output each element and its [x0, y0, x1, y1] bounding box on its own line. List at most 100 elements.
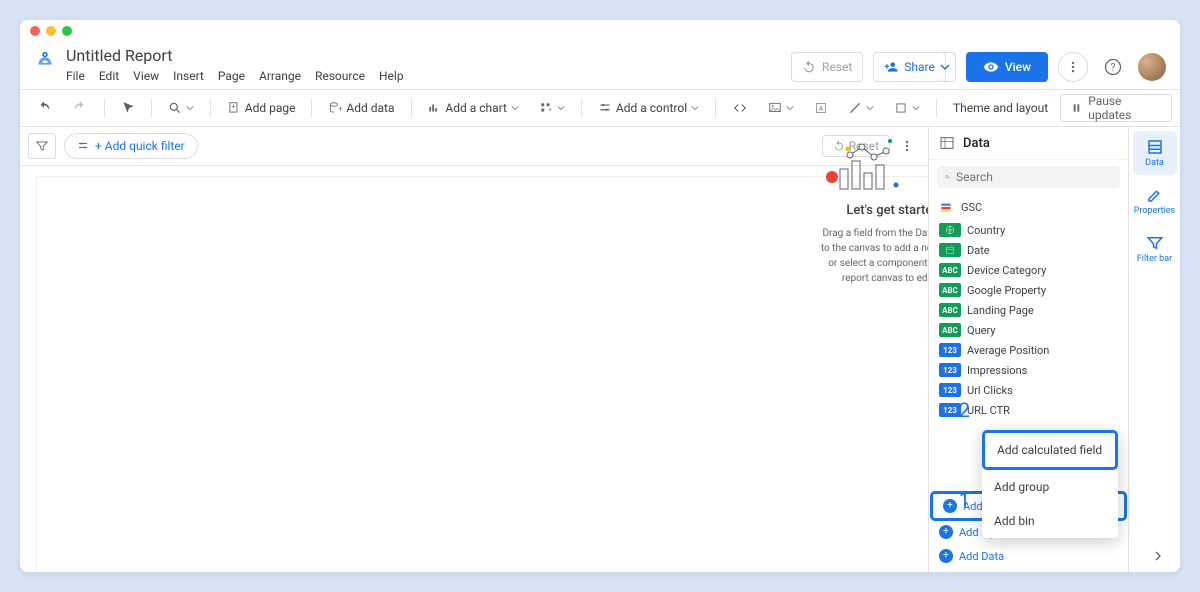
eye-icon	[983, 59, 999, 75]
number-type-icon: 123	[939, 363, 961, 377]
tab-data[interactable]: Data	[1133, 131, 1177, 175]
looker-studio-logo-icon	[34, 50, 56, 72]
pause-updates-button[interactable]: Pause updates	[1060, 94, 1172, 122]
data-search-input[interactable]	[956, 170, 1112, 184]
menu-bar: File Edit View Insert Page Arrange Resou…	[66, 65, 404, 89]
tab-filter-bar[interactable]: Filter bar	[1133, 227, 1177, 271]
view-button[interactable]: View	[966, 52, 1048, 82]
svg-text:+: +	[548, 108, 552, 114]
shape-button[interactable]	[886, 94, 928, 122]
document-title[interactable]: Untitled Report	[66, 46, 404, 65]
data-search-box[interactable]	[937, 166, 1120, 188]
image-button[interactable]	[760, 94, 802, 122]
share-button[interactable]: Share	[873, 52, 946, 82]
plus-circle-icon: +	[939, 525, 953, 539]
redo-icon	[72, 100, 88, 116]
text-type-icon: ABC	[939, 283, 961, 297]
svg-text:+: +	[231, 103, 235, 111]
user-avatar[interactable]	[1138, 53, 1166, 81]
maximize-window-icon[interactable]	[62, 26, 72, 36]
app-header: Untitled Report File Edit View Insert Pa…	[20, 42, 1180, 90]
minimize-window-icon[interactable]	[46, 26, 56, 36]
field-device[interactable]: ABCDevice Category	[929, 260, 1128, 280]
field-country[interactable]: Country	[929, 220, 1128, 240]
chevron-down-icon	[557, 104, 565, 112]
undo-icon	[36, 100, 52, 116]
filter-bar: + Add quick filter Reset	[20, 127, 928, 166]
field-landing[interactable]: ABCLanding Page	[929, 300, 1128, 320]
field-avgpos[interactable]: 123Average Position	[929, 340, 1128, 360]
field-clicks[interactable]: 123Url Clicks	[929, 380, 1128, 400]
zoom-button[interactable]	[160, 94, 202, 122]
report-canvas[interactable]	[36, 176, 928, 572]
sliders-icon	[77, 140, 89, 152]
menu-view[interactable]: View	[133, 69, 159, 83]
chevron-right-icon	[1150, 548, 1166, 564]
tab-properties[interactable]: Properties	[1133, 179, 1177, 223]
callout-1: 1	[959, 488, 970, 512]
menu-arrange[interactable]: Arrange	[259, 69, 301, 83]
community-viz-button[interactable]: +	[531, 94, 573, 122]
text-type-icon: ABC	[939, 263, 961, 277]
menu-edit[interactable]: Edit	[99, 69, 119, 83]
menu-help[interactable]: Help	[379, 69, 404, 83]
line-icon	[848, 101, 862, 115]
pause-icon	[1071, 102, 1082, 114]
popup-add-bin[interactable]: Add bin	[982, 504, 1118, 538]
svg-text:A: A	[819, 104, 824, 112]
datasource-row[interactable]: GSC	[929, 194, 1128, 220]
chevron-down-icon	[691, 104, 699, 112]
add-data-link[interactable]: + Add Data	[929, 544, 1128, 568]
data-tab-icon	[1146, 138, 1164, 156]
svg-text:?: ?	[1111, 62, 1116, 73]
expand-panel-button[interactable]	[1150, 548, 1166, 564]
close-window-icon[interactable]	[30, 26, 40, 36]
person-add-icon	[884, 60, 898, 74]
search-icon	[945, 171, 950, 183]
theme-layout-button[interactable]: Theme and layout	[945, 94, 1056, 122]
canvas-area	[20, 166, 928, 572]
geo-type-icon	[939, 223, 961, 237]
add-data-button[interactable]: +Add data	[320, 94, 402, 122]
apps-icon: +	[539, 101, 553, 115]
field-property[interactable]: ABCGoogle Property	[929, 280, 1128, 300]
page-add-icon: +	[227, 101, 241, 115]
filter-icon-button[interactable]	[28, 133, 56, 159]
menu-insert[interactable]: Insert	[173, 69, 204, 83]
filter-icon	[35, 139, 49, 153]
add-quick-filter-button[interactable]: + Add quick filter	[64, 133, 198, 159]
undo-button[interactable]	[28, 94, 60, 122]
cursor-icon	[121, 101, 135, 115]
share-dropdown-button[interactable]	[936, 52, 956, 82]
more-options-button[interactable]	[1058, 52, 1088, 82]
reset-button[interactable]: Reset	[791, 52, 863, 82]
select-tool-button[interactable]	[113, 94, 143, 122]
undo-icon	[802, 60, 816, 74]
help-button[interactable]: ?	[1098, 52, 1128, 82]
add-control-button[interactable]: Add a control	[590, 94, 707, 122]
redo-button[interactable]	[64, 94, 96, 122]
code-icon	[732, 101, 748, 115]
data-panel-header: Data	[929, 127, 1128, 160]
mac-title-bar	[20, 20, 1180, 42]
add-page-button[interactable]: +Add page	[219, 94, 304, 122]
field-query[interactable]: ABCQuery	[929, 320, 1128, 340]
chevron-down-icon	[940, 62, 950, 72]
menu-page[interactable]: Page	[218, 69, 245, 83]
popup-add-group[interactable]: Add group	[982, 470, 1118, 504]
date-type-icon	[939, 243, 961, 257]
menu-file[interactable]: File	[66, 69, 85, 83]
chart-illustration-icon	[818, 137, 908, 197]
line-button[interactable]	[840, 94, 882, 122]
field-impressions[interactable]: 123Impressions	[929, 360, 1128, 380]
add-chart-button[interactable]: Add a chart	[419, 94, 527, 122]
chevron-down-icon	[186, 104, 194, 112]
menu-resource[interactable]: Resource	[315, 69, 365, 83]
field-date[interactable]: Date	[929, 240, 1128, 260]
database-add-icon: +	[328, 101, 342, 115]
image-icon	[768, 101, 782, 115]
popup-add-calculated-field[interactable]: Add calculated field	[985, 433, 1115, 467]
embed-button[interactable]	[724, 94, 756, 122]
plus-circle-icon: +	[939, 549, 953, 563]
text-button[interactable]: A	[806, 94, 836, 122]
